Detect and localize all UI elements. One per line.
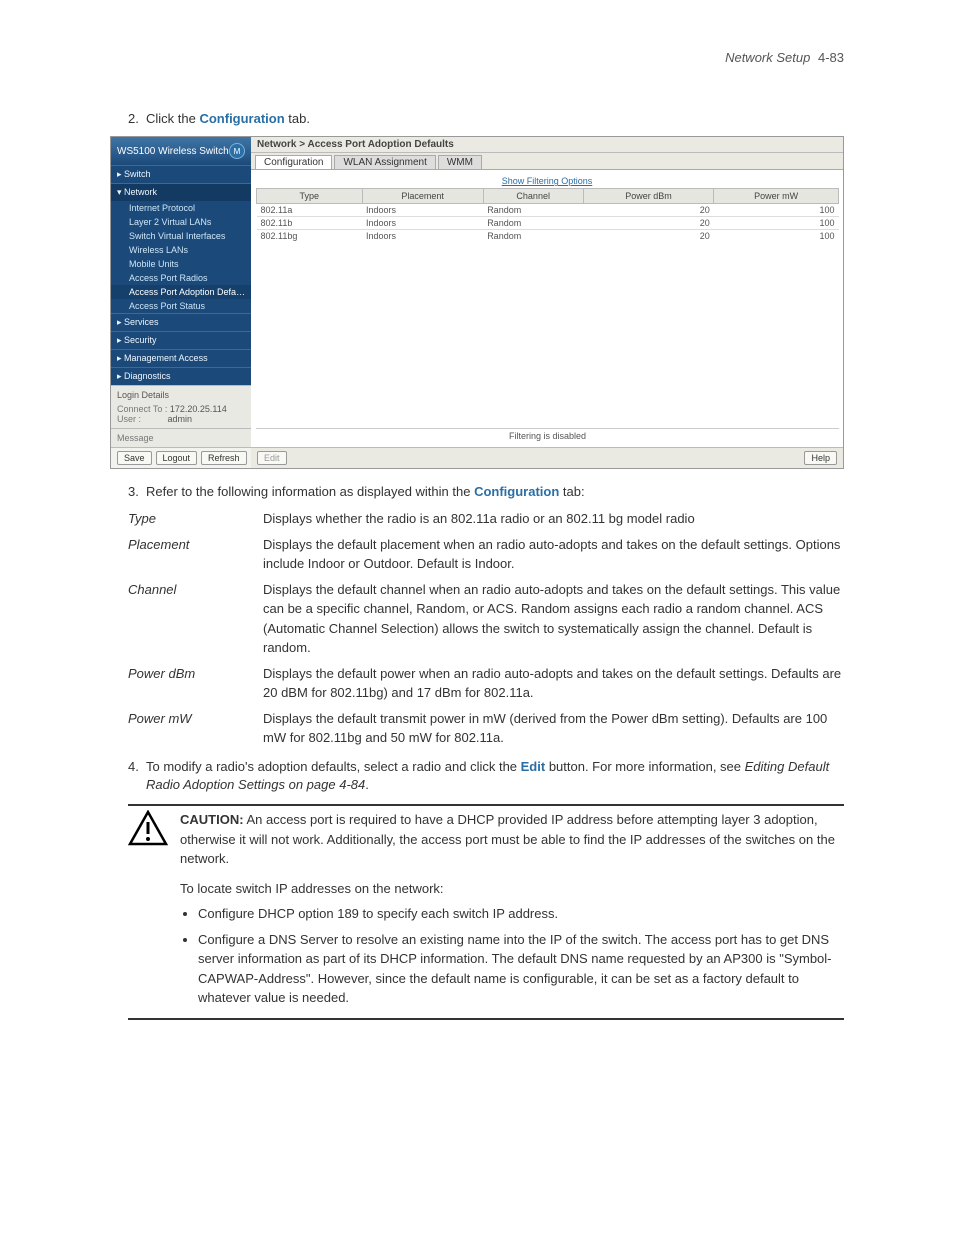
def-power-mw: Power mW Displays the default transmit p…	[128, 709, 844, 748]
step-4: 4. To modify a radio's adoption defaults…	[128, 758, 844, 794]
locate-bullets: Configure DHCP option 189 to specify eac…	[180, 904, 844, 1008]
sidebar-item-switch[interactable]: ▸ Switch	[111, 165, 251, 183]
step-number: 3.	[128, 483, 146, 501]
edit-button[interactable]: Edit	[257, 451, 287, 465]
col-placement[interactable]: Placement	[362, 189, 483, 204]
caution-text: CAUTION: An access port is required to h…	[180, 810, 844, 869]
table-row[interactable]: 802.11a Indoors Random 20 100	[257, 204, 839, 217]
link-edit: Edit	[521, 759, 546, 774]
sidebar-item-services[interactable]: ▸ Services	[111, 313, 251, 331]
caution-block: CAUTION: An access port is required to h…	[128, 804, 844, 1020]
sidebar-item-access-port-radios[interactable]: Access Port Radios	[111, 271, 251, 285]
tab-bar: Configuration WLAN Assignment WMM	[251, 153, 843, 169]
sidebar-item-access-port-adoption-defaults[interactable]: Access Port Adoption Defaults	[111, 285, 251, 299]
step-2: 2. Click the Configuration tab.	[128, 110, 844, 128]
step-number: 4.	[128, 758, 146, 794]
def-type: Type Displays whether the radio is an 80…	[128, 509, 844, 529]
ui-screenshot: WS5100 Wireless Switch M ▸ Switch ▾ Netw…	[110, 136, 844, 469]
filter-status: Filtering is disabled	[256, 428, 839, 443]
brand-text: WS5100 Wireless Switch	[117, 146, 229, 157]
sidebar-item-wireless-lans[interactable]: Wireless LANs	[111, 243, 251, 257]
col-type[interactable]: Type	[257, 189, 363, 204]
help-button[interactable]: Help	[804, 451, 837, 465]
sidebar-item-mobile-units[interactable]: Mobile Units	[111, 257, 251, 271]
refresh-button[interactable]: Refresh	[201, 451, 247, 465]
sidebar-footer: Save Logout Refresh	[111, 447, 251, 468]
motorola-logo-icon: M	[229, 143, 245, 159]
sidebar-item-access-port-status[interactable]: Access Port Status	[111, 299, 251, 313]
login-details: Login Details Connect To : 172.20.25.114…	[111, 385, 251, 428]
show-filtering-options-link[interactable]: Show Filtering Options	[255, 174, 839, 188]
tab-configuration[interactable]: Configuration	[255, 155, 332, 169]
step-body: Refer to the following information as di…	[146, 483, 844, 501]
tab-wmm[interactable]: WMM	[438, 155, 482, 169]
sidebar-item-management-access[interactable]: ▸ Management Access	[111, 349, 251, 367]
breadcrumb: Network > Access Port Adoption Defaults	[251, 137, 843, 153]
sidebar-item-diagnostics[interactable]: ▸ Diagnostics	[111, 367, 251, 385]
sidebar-item-layer2-vlans[interactable]: Layer 2 Virtual LANs	[111, 215, 251, 229]
save-button[interactable]: Save	[117, 451, 152, 465]
def-channel: Channel Displays the default channel whe…	[128, 580, 844, 658]
page-header: Network Setup 4-83	[110, 50, 844, 65]
sidebar: WS5100 Wireless Switch M ▸ Switch ▾ Netw…	[111, 137, 251, 468]
col-channel[interactable]: Channel	[483, 189, 583, 204]
main-footer: Edit Help	[251, 447, 843, 468]
caution-icon	[128, 810, 168, 849]
link-configuration: Configuration	[199, 111, 284, 126]
bullet-1: Configure DHCP option 189 to specify eac…	[198, 904, 844, 924]
step-number: 2.	[128, 110, 146, 128]
sidebar-item-network[interactable]: ▾ Network	[111, 183, 251, 201]
step-body: Click the Configuration tab.	[146, 110, 844, 128]
sidebar-item-internet-protocol[interactable]: Internet Protocol	[111, 201, 251, 215]
table-row[interactable]: 802.11b Indoors Random 20 100	[257, 217, 839, 230]
def-placement: Placement Displays the default placement…	[128, 535, 844, 574]
sidebar-item-security[interactable]: ▸ Security	[111, 331, 251, 349]
main-panel: Network > Access Port Adoption Defaults …	[251, 137, 843, 468]
brand-bar: WS5100 Wireless Switch M	[111, 137, 251, 165]
radio-table: Type Placement Channel Power dBm Power m…	[256, 188, 839, 242]
message-panel: Message	[111, 428, 251, 447]
bullet-2: Configure a DNS Server to resolve an exi…	[198, 930, 844, 1008]
step-3: 3. Refer to the following information as…	[128, 483, 844, 501]
step-body: To modify a radio's adoption defaults, s…	[146, 758, 844, 794]
link-configuration: Configuration	[474, 484, 559, 499]
section-name: Network Setup	[725, 50, 810, 65]
table-row[interactable]: 802.11bg Indoors Random 20 100	[257, 230, 839, 243]
def-power-dbm: Power dBm Displays the default power whe…	[128, 664, 844, 703]
tab-wlan-assignment[interactable]: WLAN Assignment	[334, 155, 435, 169]
col-power-mw[interactable]: Power mW	[714, 189, 839, 204]
page-number: 4-83	[818, 50, 844, 65]
sidebar-item-switch-virtual-interfaces[interactable]: Switch Virtual Interfaces	[111, 229, 251, 243]
col-power-dbm[interactable]: Power dBm	[583, 189, 714, 204]
logout-button[interactable]: Logout	[156, 451, 198, 465]
locate-heading: To locate switch IP addresses on the net…	[180, 879, 844, 899]
